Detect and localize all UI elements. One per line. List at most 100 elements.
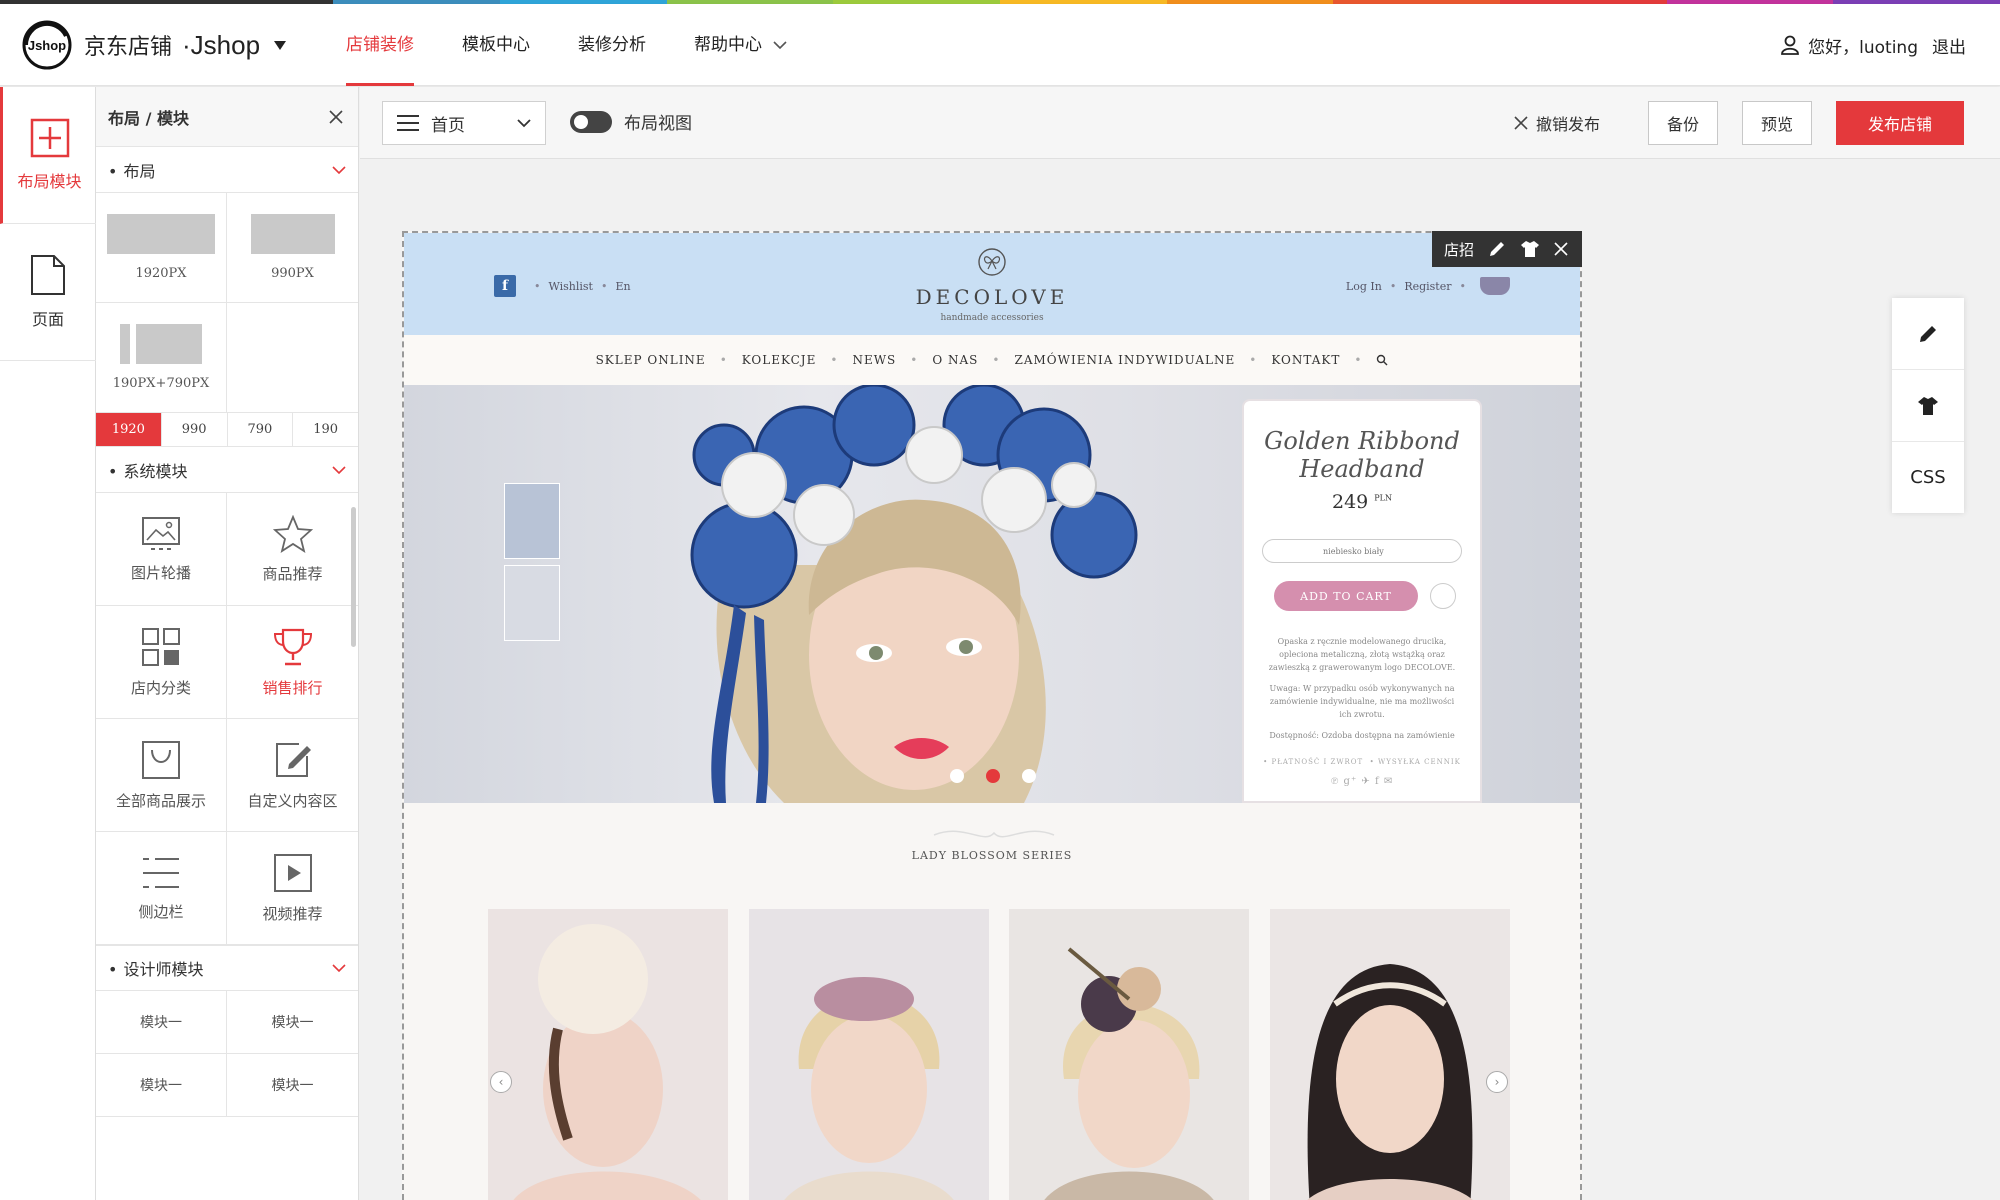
close-icon[interactable]	[328, 109, 344, 125]
hero-thumbnail[interactable]	[504, 565, 560, 641]
designer-module[interactable]: 模块一	[96, 991, 227, 1054]
module-custom-content[interactable]: 自定义内容区	[227, 719, 358, 832]
carousel-dot[interactable]	[950, 769, 964, 783]
designer-module[interactable]: 模块一	[227, 1054, 358, 1117]
carousel-dots	[950, 769, 1058, 783]
section-system-modules[interactable]: • 系统模块	[96, 447, 358, 493]
nav-decoration-analysis[interactable]: 装修分析	[558, 4, 666, 86]
module-product-recommend[interactable]: 商品推荐	[227, 493, 358, 606]
chevron-down-icon	[773, 41, 787, 50]
variant-select[interactable]: niebiesko biały	[1262, 539, 1462, 563]
register-link[interactable]: Register	[1404, 280, 1451, 293]
rail-label: 页面	[31, 310, 64, 329]
brand[interactable]: Jshop 京东店铺 ·Jshop	[22, 20, 287, 70]
star-icon	[272, 514, 313, 553]
width-tab-1920[interactable]: 1920	[96, 413, 162, 446]
designer-modules-grid: 模块一 模块一 模块一 模块一	[96, 991, 358, 1117]
store-menu-item[interactable]: SKLEP ONLINE	[596, 353, 706, 367]
product-photo[interactable]	[1009, 909, 1250, 1200]
sidebar-icon	[143, 857, 179, 888]
css-button[interactable]: CSS	[1892, 442, 1964, 513]
product-title: Golden Ribbond Headband	[1264, 427, 1460, 483]
product-photo[interactable]	[748, 909, 989, 1200]
chevron-left-icon[interactable]: ‹	[490, 1071, 512, 1093]
store-menu-item[interactable]: KOLEKCJE	[742, 353, 817, 367]
nav-help-center[interactable]: 帮助中心	[674, 4, 807, 86]
module-sales-ranking[interactable]: 销售排行	[227, 606, 358, 719]
store-logo-sub: handmade accessories	[940, 313, 1044, 323]
module-sidebar[interactable]: 侧边栏	[96, 832, 227, 945]
nav-template-center[interactable]: 模板中心	[442, 4, 550, 86]
bullet: •	[108, 461, 118, 481]
pencil-icon[interactable]	[1488, 240, 1506, 258]
revoke-publish-button[interactable]: 撤销发布	[1514, 111, 1600, 135]
store-sign[interactable]: f • Wishlist • En DECOLOVE handmade acce…	[404, 233, 1580, 335]
module-label: 店内分类	[130, 678, 191, 697]
heart-icon[interactable]	[1430, 583, 1456, 609]
close-icon[interactable]	[1554, 242, 1568, 256]
product-photo-image	[513, 924, 701, 1200]
store-menu-item[interactable]: KONTAKT	[1271, 353, 1340, 367]
store-menu-item[interactable]: ZAMÓWIENIA INDYWIDUALNE	[1014, 353, 1235, 367]
layout-990[interactable]: 990PX	[227, 193, 358, 303]
nav-store-decoration[interactable]: 店铺装修	[326, 4, 434, 86]
module-label: 全部商品展示	[115, 791, 206, 810]
designer-module[interactable]: 模块一	[227, 991, 358, 1054]
carousel-dot[interactable]	[1022, 769, 1036, 783]
module-video-recommend[interactable]: 视频推荐	[227, 832, 358, 945]
main-nav: 店铺装修 模板中心 装修分析 帮助中心	[326, 4, 815, 86]
image-carousel-icon	[142, 516, 180, 550]
module-all-products[interactable]: 全部商品展示	[96, 719, 227, 832]
product-photo[interactable]	[1269, 909, 1510, 1200]
scrollbar[interactable]	[351, 507, 356, 647]
module-label: 自定义内容区	[247, 791, 338, 810]
add-to-cart-button[interactable]: ADD TO CART	[1274, 581, 1418, 611]
hero-banner[interactable]: Golden Ribbond Headband 249 PLN niebiesko…	[404, 385, 1580, 803]
nav-label: 帮助中心	[694, 35, 762, 55]
designer-module[interactable]: 模块一	[96, 1054, 227, 1117]
login-link[interactable]: Log In	[1346, 280, 1382, 293]
layout-190-790[interactable]: 190PX+790PX	[96, 303, 227, 413]
chevron-right-icon[interactable]: ›	[1486, 1071, 1508, 1093]
backup-button[interactable]: 备份	[1648, 101, 1718, 145]
store-preview-canvas[interactable]: f • Wishlist • En DECOLOVE handmade acce…	[402, 231, 1582, 1200]
store-menu-item[interactable]: NEWS	[852, 353, 896, 367]
layout-1920[interactable]: 1920PX	[96, 193, 227, 303]
width-tab-990[interactable]: 990	[162, 413, 228, 446]
caret-down-icon[interactable]	[274, 40, 287, 50]
product-meta-links[interactable]: • PŁATNOŚĆ I ZWROT • WYSYŁKA CENNIK	[1244, 758, 1480, 766]
module-label: 视频推荐	[262, 904, 323, 923]
chevron-down-icon	[332, 165, 346, 174]
hero-thumbnail[interactable]	[504, 483, 560, 559]
social-icons[interactable]: ℗ g⁺ ✈ f ✉	[1244, 776, 1480, 787]
publish-store-button[interactable]: 发布店铺	[1836, 101, 1964, 145]
preview-button[interactable]: 预览	[1742, 101, 1812, 145]
product-price: 249 PLN	[1331, 491, 1392, 513]
layout-view-toggle[interactable]: 布局视图	[570, 109, 692, 134]
module-store-category[interactable]: 店内分类	[96, 606, 227, 719]
section-layout[interactable]: • 布局	[96, 147, 358, 193]
section-designer-modules[interactable]: • 设计师模块	[96, 945, 358, 991]
width-tab-790[interactable]: 790	[228, 413, 294, 446]
editor-toolbar: 首页 布局视图 撤销发布 备份 预览 发布店铺	[360, 87, 2000, 159]
left-rail: 布局模块 页面	[0, 87, 96, 1200]
carousel-dot-active[interactable]	[986, 769, 1000, 783]
system-modules-list[interactable]: 图片轮播 商品推荐 店内分类 销售排行 全部商品展示 自定义内容区 侧边栏 视频…	[96, 493, 358, 945]
theme-button[interactable]	[1892, 370, 1964, 442]
store-sign-toolbar: 店招	[1432, 231, 1582, 267]
tshirt-icon[interactable]	[1520, 240, 1540, 258]
page-select[interactable]: 首页	[382, 101, 546, 145]
module-image-carousel[interactable]: 图片轮播	[96, 493, 227, 606]
rail-item-layout-modules[interactable]: 布局模块	[0, 87, 96, 224]
edit-style-button[interactable]	[1892, 298, 1964, 370]
logout-link[interactable]: 退出	[1932, 33, 1966, 58]
search-icon[interactable]	[1376, 354, 1388, 366]
width-tab-190[interactable]: 190	[293, 413, 358, 446]
rail-item-page[interactable]: 页面	[0, 224, 96, 361]
store-menu-item[interactable]: O NAS	[932, 353, 978, 367]
basket-icon[interactable]	[1480, 277, 1510, 295]
product-photo[interactable]	[488, 909, 728, 1200]
section-label: 布局	[123, 161, 156, 181]
toggle-switch[interactable]	[570, 110, 612, 133]
plus-square-icon	[30, 118, 69, 158]
